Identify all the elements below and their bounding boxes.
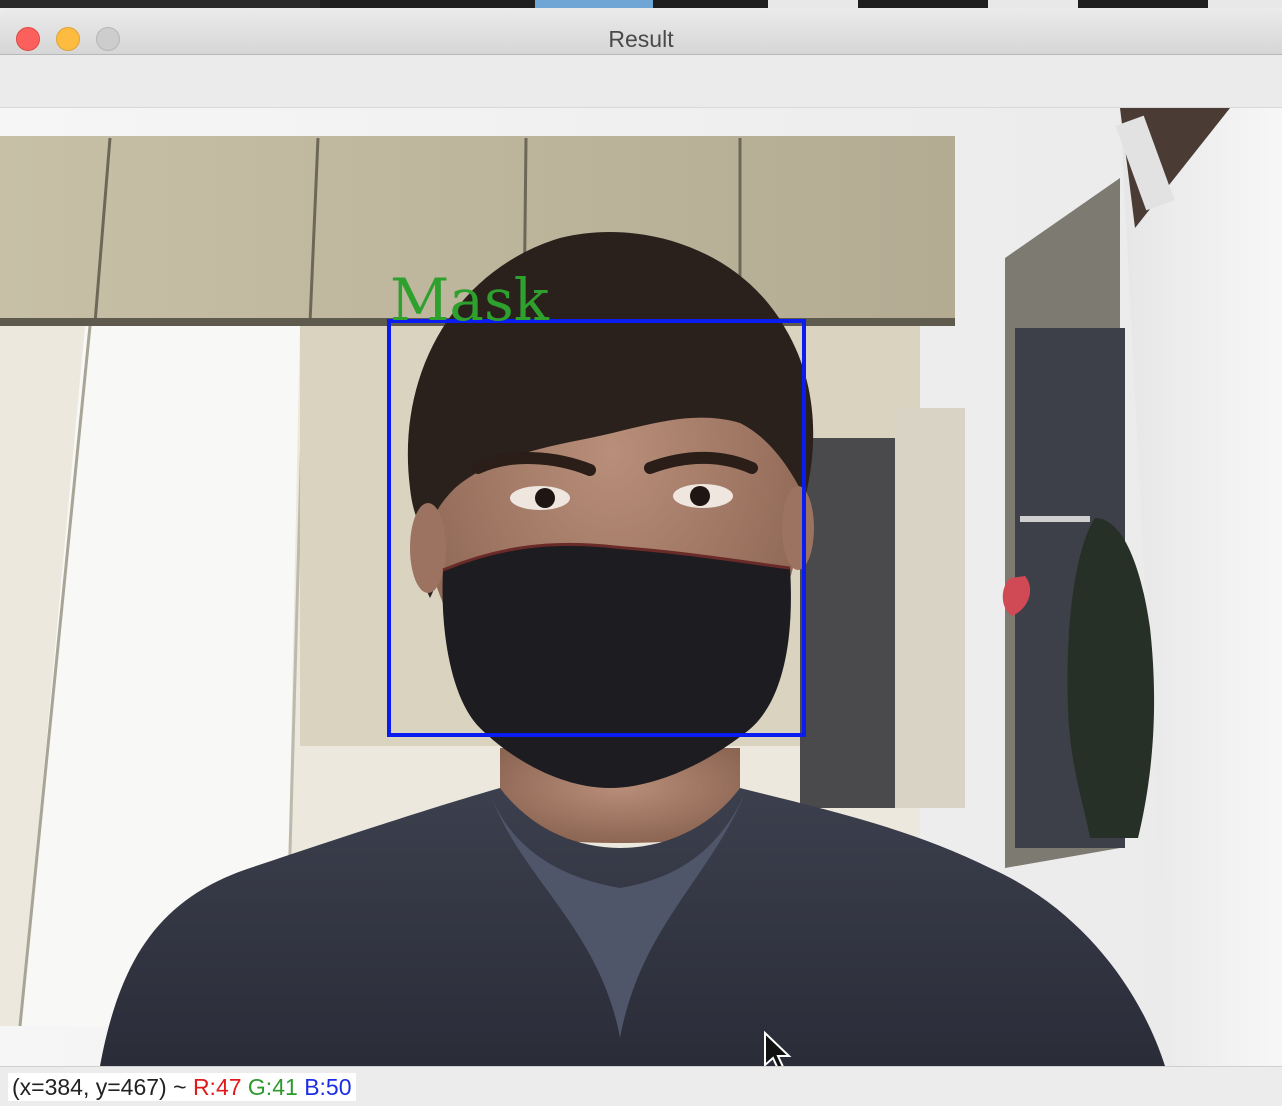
blue-value: B:50 bbox=[304, 1074, 352, 1100]
background-app-strip bbox=[0, 0, 1282, 8]
detection-label: Mask bbox=[390, 266, 550, 334]
result-window: Result Mask (x=384, y=467) ~ R:47 G:41 B… bbox=[0, 0, 1282, 1106]
status-bar: (x=384, y=467) ~ R:47 G:41 B:50 bbox=[0, 1066, 1282, 1106]
red-value: R:47 bbox=[192, 1074, 242, 1100]
title-bar: Result bbox=[0, 8, 1282, 55]
cursor-coordinates: (x=384, y=467) ~ bbox=[12, 1074, 193, 1100]
webcam-frame: Mask bbox=[0, 108, 1282, 1066]
window-title: Result bbox=[608, 26, 674, 52]
green-value: G:41 bbox=[247, 1074, 298, 1100]
toolbar bbox=[0, 55, 1282, 108]
webcam-image-view[interactable]: Mask bbox=[0, 108, 1282, 1066]
pixel-info: (x=384, y=467) ~ R:47 G:41 B:50 bbox=[8, 1073, 356, 1101]
